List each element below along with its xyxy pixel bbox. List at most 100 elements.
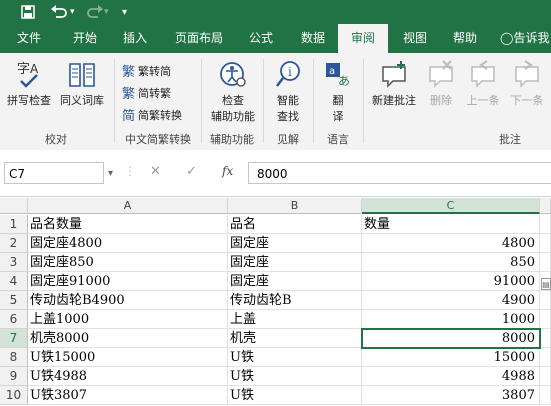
formula-bar: C7 ▾ ⋮ ✕ ✓ fx 8000 [0,150,551,197]
row-header[interactable]: 6 [0,310,28,329]
to-simplified-button[interactable]: 繁简转繁 [122,83,171,103]
tab-data[interactable]: 数据 [290,24,336,53]
delete-comment-button: 删除 [424,59,458,108]
cell-b[interactable]: 固定座 [228,272,362,291]
cell-b[interactable]: U铁 [228,348,362,367]
cell-d[interactable] [540,291,551,310]
cell-c[interactable]: 850 [362,253,540,272]
cell-a[interactable]: 固定座4800 [28,234,228,253]
cell-a[interactable]: 品名数量 [28,215,228,234]
tab-review[interactable]: 审阅 [338,24,388,53]
column-header-b[interactable]: B [228,198,362,214]
spell-check-button[interactable]: 字A 拼写检查 [4,59,54,108]
name-box[interactable]: C7 [4,162,104,184]
row-header[interactable]: 10 [0,386,28,405]
cell-c[interactable]: 4800 [362,234,540,253]
group-label-chinese: 中文简繁转换 [125,133,191,146]
row-header[interactable]: 7 [0,329,28,348]
cell-c[interactable]: 1000 [362,310,540,329]
cell-a[interactable]: 传动齿轮B4900 [28,291,228,310]
row-header[interactable]: 2 [0,234,28,253]
insert-function-icon[interactable]: fx [222,164,233,178]
cell-d[interactable] [540,310,551,329]
cell-c[interactable]: 4900 [362,291,540,310]
smart-lookup-button[interactable]: i 智能 查找 [266,59,310,124]
tab-view[interactable]: 视图 [392,24,438,53]
cell-b[interactable]: 固定座 [228,234,362,253]
undo-icon[interactable] [50,0,68,24]
column-header-c[interactable]: C [362,198,540,214]
cell-d[interactable] [540,367,551,386]
cell-c[interactable]: 数量 [362,215,540,234]
previous-comment-button: 上一条 [462,59,504,108]
cell-d[interactable] [540,386,551,405]
tab-file[interactable]: 文件 [4,24,54,53]
redo-dropdown-icon: ▾ [104,7,109,17]
worksheet-grid[interactable]: A B C 1 品名数量 品名 数量 2 固定座4800 固定座 4800 3 固定座850 固定座… [0,196,551,406]
cell-b[interactable]: 固定座 [228,253,362,272]
cell-d[interactable] [540,253,551,272]
tab-formulas[interactable]: 公式 [238,24,284,53]
undo-dropdown-icon[interactable]: ▾ [70,0,75,24]
cell-c[interactable]: 15000 [362,348,540,367]
cancel-icon[interactable]: ✕ [150,164,161,179]
cell-b[interactable]: U铁 [228,367,362,386]
column-header-a[interactable]: A [28,198,228,214]
spell-check-icon: 字A [17,62,39,88]
tab-page-layout[interactable]: 页面布局 [162,24,236,53]
cell-a[interactable]: 固定座91000 [28,272,228,291]
cell-c[interactable]: 8000 [362,329,540,348]
cell-a[interactable]: U铁3807 [28,386,228,405]
formula-input[interactable]: 8000 [248,162,551,184]
convert-button[interactable]: 简简繁转换 [122,105,182,125]
translate-button[interactable]: aあ 翻 译 [316,59,360,124]
tell-me[interactable]: ◯告诉我 [500,24,551,53]
row-header[interactable]: 9 [0,367,28,386]
cell-a[interactable]: U铁15000 [28,348,228,367]
simp-icon: 繁 [122,87,136,102]
row-header[interactable]: 3 [0,253,28,272]
check-accessibility-button[interactable]: 检查 辅助功能 [206,59,260,124]
cell-c[interactable]: 4988 [362,367,540,386]
cell-b[interactable]: 机壳 [228,329,362,348]
ribbon-tabs: 文件 开始 插入 页面布局 公式 数据 审阅 视图 帮助 ◯告诉我 [0,24,551,53]
enter-icon[interactable]: ✓ [186,164,197,179]
thesaurus-button[interactable]: 同义词库 [56,59,108,108]
tab-home[interactable]: 开始 [60,24,110,53]
tab-help[interactable]: 帮助 [442,24,488,53]
cell-d[interactable] [540,234,551,253]
row-header[interactable]: 8 [0,348,28,367]
select-all-corner[interactable] [0,198,28,214]
name-box-dropdown-icon[interactable]: ▾ [108,168,113,179]
next-comment-icon [515,60,539,88]
cell-b[interactable]: 上盖 [228,310,362,329]
cell-a[interactable]: 上盖1000 [28,310,228,329]
column-header-d[interactable] [540,198,551,214]
new-comment-icon [382,61,406,88]
cell-b[interactable]: 品名 [228,215,362,234]
tab-insert[interactable]: 插入 [112,24,158,53]
cell-a[interactable]: 固定座850 [28,253,228,272]
cell-b[interactable]: 传动齿轮B [228,291,362,310]
row-header[interactable]: 4 [0,272,28,291]
lightbulb-icon: ◯ [500,31,514,45]
cell-b[interactable]: U铁 [228,386,362,405]
cell-a[interactable]: U铁4988 [28,367,228,386]
to-traditional-button[interactable]: 繁繁转简 [122,61,171,81]
cell-c[interactable]: 91000 [362,272,540,291]
cell-d[interactable] [540,329,551,348]
customize-qat-icon[interactable]: ▾ [122,0,127,24]
trad-icon: 繁 [122,65,136,80]
cell-c[interactable]: 3807 [362,386,540,405]
save-icon[interactable] [20,0,36,24]
cell-a[interactable]: 机壳8000 [28,329,228,348]
convert-icon: 简 [122,109,136,124]
row-header[interactable]: 1 [0,215,28,234]
group-label-insights: 见解 [277,133,299,146]
group-label-comments: 批注 [499,133,521,146]
new-comment-button[interactable]: 新建批注 [368,59,420,108]
paste-options-icon[interactable]: ▤ [541,278,551,290]
cell-d[interactable] [540,348,551,367]
cell-d[interactable] [540,215,551,234]
row-header[interactable]: 5 [0,291,28,310]
